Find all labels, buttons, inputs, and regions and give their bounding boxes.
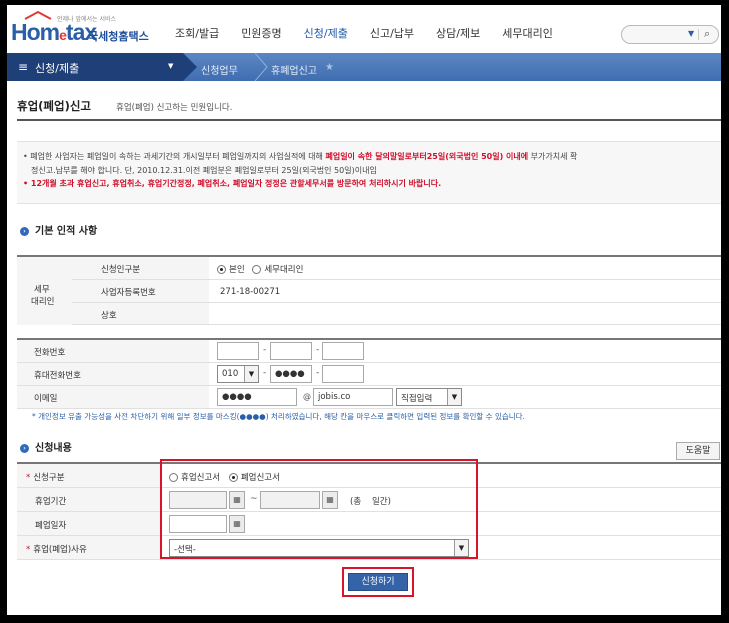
hamburger-icon[interactable]: ≡ [18,60,28,74]
notice-line-3: • 12개월 초과 휴업신고, 휴업취소, 휴업기간정정, 폐업취소, 폐업일자… [23,179,442,188]
chevron-down-icon: ▼ [244,366,258,382]
notice-line-1: • 폐업한 사업자는 폐업일이 속하는 과세기간의 개시일부터 폐업일까지의 사… [23,152,578,161]
privacy-note: * 개인정보 유출 가능성을 사전 차단하기 위해 일부 정보를 마스킹(●●●… [32,412,525,421]
email-label: 이메일 [17,386,209,408]
nav-item-inquiry[interactable]: 조회/발급 [175,25,219,41]
required-mark: * [26,473,31,483]
submit-button[interactable]: 신청하기 [348,573,408,591]
breadcrumb-item-closure[interactable]: 휴폐업신고 [271,62,317,77]
page-title: 휴업(폐업)신고 [17,99,91,113]
logo-word: Hometax [11,19,97,45]
close-date-label: 폐업일자 [17,512,162,535]
mobile-row: 휴대전화번호 010 ▼ - ●●●● - [17,363,721,386]
bizno-value: 271-18-00271 [220,287,281,297]
basic-info-table: 세무 대리인 신청인구분 본인 세무대리인 사업자등록번호 271-18-002… [17,255,721,325]
email-at: @ [303,392,311,401]
contact-table: 전화번호 - - 휴대전화번호 010 ▼ - ●●●● - 이메일 ●●●● @… [17,338,721,409]
mobile-prefix-select[interactable]: 010 ▼ [217,365,259,383]
section-title-apply: › 신청내용 [20,439,72,454]
hometax-logo[interactable]: 언제나 앞에서는 서비스 Hometax 국세청홈택스 [11,10,161,47]
applicant-type-radios: 본인 세무대리인 [217,263,303,275]
phone-part-2-input[interactable] [270,342,312,360]
breadcrumb-chevron-icon [255,53,268,81]
menu-label: 신청/제출 [35,62,80,75]
nav-item-report[interactable]: 신고/납부 [370,25,414,41]
chevron-down-icon: ▼ [447,389,461,405]
phone-label: 전화번호 [17,340,209,362]
notice-line-2: 정신고.납부를 해야 합니다. 단, 2010.12.31.이전 폐업분은 폐업… [31,166,377,175]
search-icon[interactable]: ⌕ [704,27,710,41]
dash: - [263,368,267,378]
dash: - [263,345,267,355]
nav-item-agent[interactable]: 세무대리인 [502,25,553,41]
reason-label: * 휴업(폐업)사유 [17,536,162,559]
required-mark: * [26,545,31,555]
header: 언제나 앞에서는 서비스 Hometax 국세청홈택스 조회/발급 민원증명 신… [7,5,721,53]
search-dropdown-icon[interactable]: ▼ [688,29,694,38]
title-divider [17,119,721,121]
caret-down-icon[interactable]: ▼ [168,62,173,70]
notice-box: • 폐업한 사업자는 폐업일이 속하는 과세기간의 개시일부터 폐업일까지의 사… [17,141,721,204]
radio-self[interactable] [217,265,226,274]
email-row: 이메일 ●●●● @ jobis.co 직접입력 ▼ [17,386,721,409]
applicant-type-row: 신청인구분 본인 세무대리인 [72,257,721,280]
logo-korean-name: 국세청홈택스 [88,30,149,43]
page-frame: 언제나 앞에서는 서비스 Hometax 국세청홈택스 조회/발급 민원증명 신… [7,5,721,615]
submit-highlight: 신청하기 [342,567,414,597]
bullet-icon: › [20,443,29,453]
mobile-part-2-input[interactable]: ●●●● [270,365,312,383]
period-label: 휴업기간 [17,488,162,511]
section-title-basic: › 기본 인적 사항 [20,222,97,237]
global-nav: 조회/발급 민원증명 신청/제출 신고/납부 상담/제보 세무대리인 [175,25,575,41]
agent-row-header: 세무 대리인 [17,257,72,325]
menu-bar: ≡ 신청/제출 ▼ 신청업무 휴폐업신고 ★ [7,53,721,81]
apply-type-label: * 신청구분 [17,464,162,487]
help-button[interactable]: 도움말 [676,442,720,460]
dash: - [316,345,320,355]
radio-agent[interactable] [252,265,262,274]
highlight-box [160,459,478,559]
email-domain-input[interactable]: jobis.co [313,388,393,406]
nav-item-apply[interactable]: 신청/제출 [304,25,348,41]
nav-item-consult[interactable]: 상담/제보 [436,25,480,41]
applicant-type-label: 신청인구분 [72,257,209,279]
email-id-input[interactable]: ●●●● [217,388,297,406]
phone-part-1-input[interactable] [217,342,259,360]
mobile-label: 휴대전화번호 [17,363,209,385]
bullet-icon: › [20,226,29,236]
bizno-label: 사업자등록번호 [72,280,209,302]
dash: - [316,368,320,378]
breadcrumb-item-apply-task[interactable]: 신청업무 [201,62,238,77]
search-divider [698,29,699,40]
breadcrumb-chevron-icon [183,53,197,81]
favorite-star-icon[interactable]: ★ [325,62,334,73]
phone-part-3-input[interactable] [322,342,364,360]
page-description: 휴업(폐업) 신고하는 민원입니다. [116,103,233,113]
phone-row: 전화번호 - - [17,340,721,363]
menu-dropdown[interactable]: ≡ 신청/제출 ▼ [7,53,183,81]
nav-item-certificate[interactable]: 민원증명 [241,25,281,41]
company-name-row: 상호 [72,303,721,325]
mobile-part-3-input[interactable] [322,365,364,383]
search-box[interactable]: ▼ ⌕ [621,25,719,44]
email-domain-select[interactable]: 직접입력 ▼ [396,388,462,406]
company-name-label: 상호 [72,303,209,324]
bizno-row: 사업자등록번호 271-18-00271 [72,280,721,303]
